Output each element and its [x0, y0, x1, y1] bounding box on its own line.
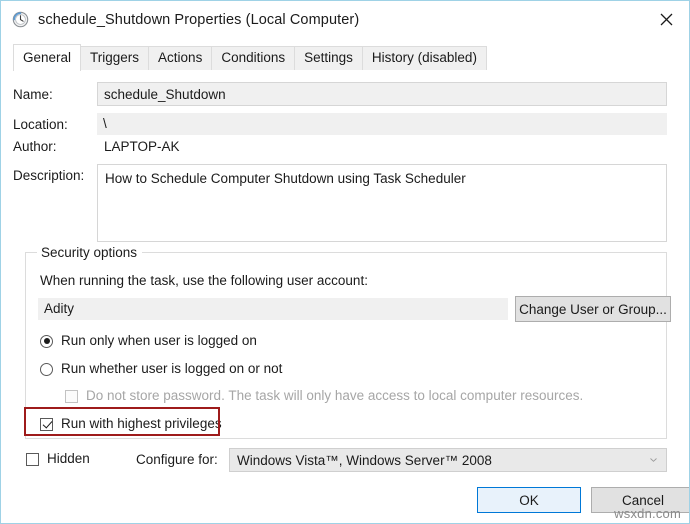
configure-for-value: Windows Vista™, Windows Server™ 2008: [237, 452, 492, 468]
checkbox-hidden-label: Hidden: [47, 451, 90, 466]
close-icon: [660, 13, 672, 26]
description-textarea[interactable]: How to Schedule Computer Shutdown using …: [97, 164, 667, 242]
location-row: Location: \: [13, 113, 667, 135]
checkbox-hidden[interactable]: Hidden: [26, 450, 90, 468]
security-options-group: Security options When running the task, …: [25, 244, 671, 439]
name-input[interactable]: schedule_Shutdown: [97, 82, 667, 106]
author-label: Author:: [13, 139, 57, 154]
user-account-value: Adity: [38, 298, 508, 320]
configure-for-label: Configure for:: [136, 452, 218, 467]
general-tab-panel: Name: schedule_Shutdown Location: \ Auth…: [13, 70, 689, 513]
task-properties-dialog: schedule_Shutdown Properties (Local Comp…: [0, 0, 690, 524]
location-value: \: [97, 113, 667, 135]
description-label: Description:: [13, 168, 85, 183]
radio-run-whether-logged-on[interactable]: Run whether user is logged on or not: [40, 360, 282, 378]
title-bar: schedule_Shutdown Properties (Local Comp…: [1, 1, 689, 38]
configure-for-select[interactable]: Windows Vista™, Windows Server™ 2008: [229, 448, 667, 472]
chevron-down-icon: [650, 458, 657, 462]
name-row: Name: schedule_Shutdown: [13, 82, 667, 106]
radio-logged-on-label: Run only when user is logged on: [61, 333, 257, 348]
security-options-legend: Security options: [37, 244, 143, 261]
author-row: Author: LAPTOP-AK: [13, 139, 667, 154]
checkbox-highest-privileges-icon: [40, 417, 53, 431]
tab-actions[interactable]: Actions: [148, 46, 213, 70]
checkbox-hidden-icon: [26, 452, 39, 466]
checkbox-no-password-label: Do not store password. The task will onl…: [86, 388, 584, 403]
tab-settings[interactable]: Settings: [294, 46, 363, 70]
tab-general[interactable]: General: [13, 44, 82, 71]
checkbox-run-highest-privileges[interactable]: Run with highest privileges: [40, 415, 222, 433]
radio-whether-label: Run whether user is logged on or not: [61, 361, 283, 376]
checkbox-no-password-icon: [65, 389, 78, 403]
tab-conditions[interactable]: Conditions: [211, 46, 296, 70]
account-prompt: When running the task, use the following…: [40, 273, 368, 288]
author-value: LAPTOP-AK: [104, 139, 180, 154]
radio-run-only-logged-on[interactable]: Run only when user is logged on: [40, 332, 257, 350]
ok-button[interactable]: OK: [477, 487, 581, 513]
tab-history[interactable]: History (disabled): [361, 46, 487, 70]
close-button[interactable]: [643, 1, 689, 38]
window-title: schedule_Shutdown Properties (Local Comp…: [38, 11, 360, 28]
tab-triggers[interactable]: Triggers: [80, 46, 150, 70]
radio-whether-icon: [40, 362, 53, 376]
watermark: wsxdn.com: [614, 506, 681, 521]
checkbox-do-not-store-password: Do not store password. The task will onl…: [65, 387, 583, 405]
description-row: Description: How to Schedule Computer Sh…: [13, 164, 667, 242]
radio-logged-on-icon: [40, 334, 53, 348]
checkbox-highest-privileges-label: Run with highest privileges: [61, 416, 222, 431]
name-label: Name:: [13, 86, 53, 102]
change-user-or-group-button[interactable]: Change User or Group...: [515, 296, 671, 322]
task-scheduler-clock-icon: [12, 11, 29, 28]
tab-strip: General Triggers Actions Conditions Sett…: [13, 44, 677, 71]
location-label: Location:: [13, 116, 68, 132]
